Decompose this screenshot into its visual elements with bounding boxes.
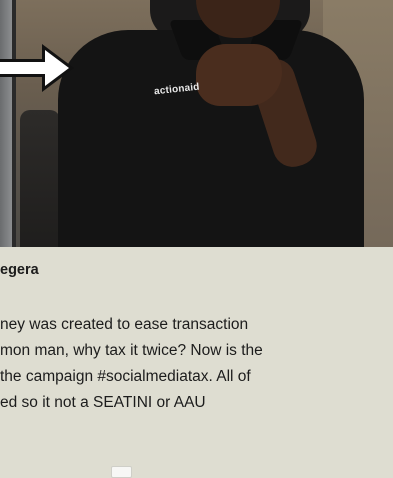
quote-line: the campaign #socialmediatax. All of	[0, 368, 251, 385]
profile-photo: actionaid	[0, 0, 393, 247]
person-hand	[196, 44, 282, 106]
photo-left-wall	[0, 0, 12, 247]
quote-line: ney was created to ease transaction	[0, 316, 249, 333]
chair-back	[20, 110, 60, 247]
small-checkbox-widget[interactable]	[111, 466, 132, 478]
quote-line: mon man, why tax it twice? Now is the	[0, 342, 263, 359]
speaker-name: egera	[0, 262, 39, 278]
quote-line: ed so it not a SEATINI or AAU	[0, 394, 206, 411]
quote-text: ney was created to ease transaction mon …	[0, 312, 393, 416]
photo-divider-strip	[12, 0, 16, 247]
caption-section: egera ney was created to ease transactio…	[0, 250, 393, 473]
arrow-right-icon	[0, 42, 76, 94]
